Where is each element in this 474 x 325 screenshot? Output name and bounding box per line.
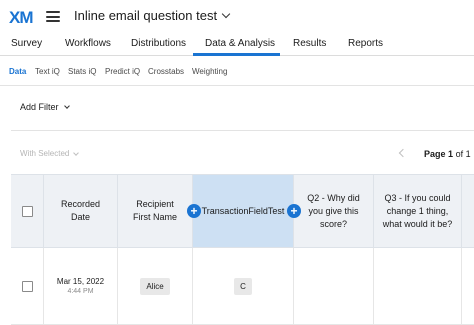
tab-data-analysis[interactable]: Data & Analysis	[205, 38, 275, 49]
table-row: Mar 15, 2022 4:44 PM Alice C	[11, 248, 474, 325]
column-header-q2[interactable]: Q2 - Why did you give this score?	[294, 175, 374, 247]
recorded-date: Mar 15, 2022	[56, 277, 105, 286]
column-header-recipient-first-name[interactable]: Recipient First Name	[118, 175, 193, 247]
row-select-checkbox[interactable]	[21, 280, 33, 292]
add-column-left-plus-icon[interactable]: +	[187, 204, 201, 218]
top-bar: XM Inline email question test	[0, 0, 474, 33]
subtab-crosstabs[interactable]: Crosstabs	[148, 67, 184, 76]
with-selected-label: With Selected	[20, 149, 70, 158]
tab-results[interactable]: Results	[293, 38, 326, 49]
select-all-checkbox[interactable]	[21, 205, 33, 217]
tab-reports[interactable]: Reports	[348, 38, 383, 49]
subtab-text-iq[interactable]: Text iQ	[35, 67, 60, 76]
add-filter-label: Add Filter	[20, 102, 59, 112]
add-filter-button[interactable]: Add Filter	[20, 102, 70, 112]
xm-logo[interactable]: XM	[9, 8, 33, 28]
tab-distributions[interactable]: Distributions	[131, 38, 186, 49]
hamburger-menu-icon[interactable]	[46, 11, 60, 22]
overflow-cell	[462, 248, 474, 324]
responses-table: Recorded Date Recipient First Name Trans…	[11, 174, 474, 325]
subtab-weighting[interactable]: Weighting	[192, 67, 227, 76]
select-all-cell	[11, 175, 44, 247]
column-header-overflow	[462, 175, 474, 247]
q2-cell	[294, 248, 374, 324]
page-of: of	[455, 149, 464, 159]
transaction-field-cell: C	[193, 248, 294, 324]
page-indicator: Page 1 of 1	[424, 149, 471, 159]
q3-cell	[374, 248, 462, 324]
subtab-data[interactable]: Data	[9, 67, 26, 76]
table-header-row: Recorded Date Recipient First Name Trans…	[11, 174, 474, 248]
column-header-q3[interactable]: Q3 - If you could change 1 thing, what w…	[374, 175, 462, 247]
previous-page-icon[interactable]	[398, 148, 408, 158]
column-header-label: TransactionFieldTest	[201, 205, 285, 216]
chevron-down-icon	[63, 103, 70, 109]
page-current: 1	[448, 149, 454, 159]
first-name-chip[interactable]: Alice	[140, 277, 170, 295]
tab-survey[interactable]: Survey	[11, 38, 42, 49]
project-selector[interactable]: Inline email question test	[74, 8, 231, 23]
sub-nav: Data Text iQ Stats iQ Predict iQ Crossta…	[0, 56, 474, 86]
row-select-cell	[11, 248, 44, 324]
column-header-transaction-field-test[interactable]: TransactionFieldTest	[193, 175, 294, 247]
tab-workflows[interactable]: Workflows	[65, 38, 111, 49]
page-label: Page	[424, 149, 446, 159]
chevron-down-icon	[73, 149, 80, 156]
subtab-stats-iq[interactable]: Stats iQ	[68, 67, 96, 76]
first-name-cell: Alice	[118, 248, 193, 324]
recorded-date-cell: Mar 15, 2022 4:44 PM	[44, 248, 118, 324]
page-total: 1	[465, 149, 471, 159]
chevron-down-icon	[221, 9, 231, 19]
subtab-predict-iq[interactable]: Predict iQ	[105, 67, 140, 76]
recorded-time: 4:44 PM	[67, 288, 94, 295]
main-nav: Survey Workflows Distributions Data & An…	[0, 33, 474, 56]
with-selected-dropdown[interactable]: With Selected	[20, 149, 80, 158]
column-header-recorded-date[interactable]: Recorded Date	[44, 175, 118, 247]
table-toolbar: With Selected Page 1 of 1	[11, 130, 474, 174]
project-title: Inline email question test	[74, 8, 218, 23]
add-column-right-plus-icon[interactable]: +	[287, 204, 301, 218]
transaction-field-chip[interactable]: C	[234, 277, 252, 295]
